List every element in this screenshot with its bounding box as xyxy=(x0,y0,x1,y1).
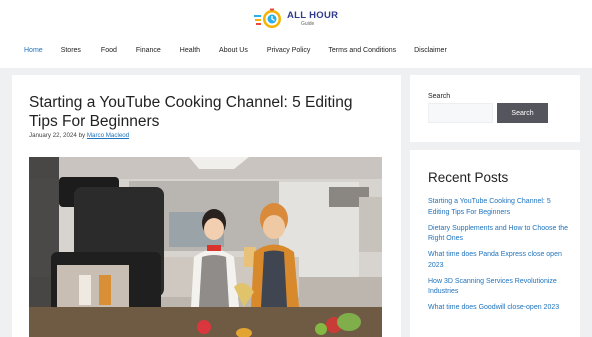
post-by: by xyxy=(78,132,86,139)
post-author-link[interactable]: Marco Macleod xyxy=(87,132,129,139)
featured-image xyxy=(29,157,382,337)
recent-post-link[interactable]: Starting a YouTube Cooking Channel: 5 Ed… xyxy=(428,197,573,218)
clock-logo-icon xyxy=(254,8,284,30)
recent-post-link[interactable]: What time does Goodwill close-open 2023 xyxy=(428,303,573,314)
recent-post-link[interactable]: Dietary Supplements and How to Choose th… xyxy=(428,224,573,245)
brand-subtitle: Guide xyxy=(301,20,315,27)
main-nav: Home Stores Food Finance Health About Us… xyxy=(24,42,447,58)
nav-privacy-policy[interactable]: Privacy Policy xyxy=(267,47,311,54)
post-date: January 22, 2024 xyxy=(29,132,77,139)
nav-food[interactable]: Food xyxy=(101,47,117,54)
site-logo[interactable]: ALL HOUR Guide xyxy=(254,8,340,30)
nav-home[interactable]: Home xyxy=(24,47,43,54)
recent-post-link[interactable]: How 3D Scanning Services Revolutionize I… xyxy=(428,277,573,298)
recent-posts-heading: Recent Posts xyxy=(428,170,509,185)
search-button[interactable]: Search xyxy=(497,103,548,123)
post-title: Starting a YouTube Cooking Channel: 5 Ed… xyxy=(29,94,353,130)
search-input[interactable] xyxy=(428,103,493,123)
nav-disclaimer[interactable]: Disclaimer xyxy=(414,47,447,54)
brand-title: ALL HOUR xyxy=(287,10,339,22)
nav-health[interactable]: Health xyxy=(180,47,200,54)
nav-finance[interactable]: Finance xyxy=(136,47,161,54)
search-label: Search xyxy=(428,93,451,100)
site-header: ALL HOUR Guide Home Stores Food Finance … xyxy=(0,0,592,68)
nav-terms-and-conditions[interactable]: Terms and Conditions xyxy=(328,47,396,54)
nav-about-us[interactable]: About Us xyxy=(219,47,248,54)
search-widget: Search Search xyxy=(410,75,580,142)
recent-posts-list: Starting a YouTube Cooking Channel: 5 Ed… xyxy=(428,197,573,319)
recent-posts-widget: Recent Posts Starting a YouTube Cooking … xyxy=(410,150,580,337)
recent-post-link[interactable]: What time does Panda Express close open … xyxy=(428,250,573,271)
nav-stores[interactable]: Stores xyxy=(61,47,81,54)
post-meta: January 22, 2024 by Marco Macleod xyxy=(29,132,129,139)
